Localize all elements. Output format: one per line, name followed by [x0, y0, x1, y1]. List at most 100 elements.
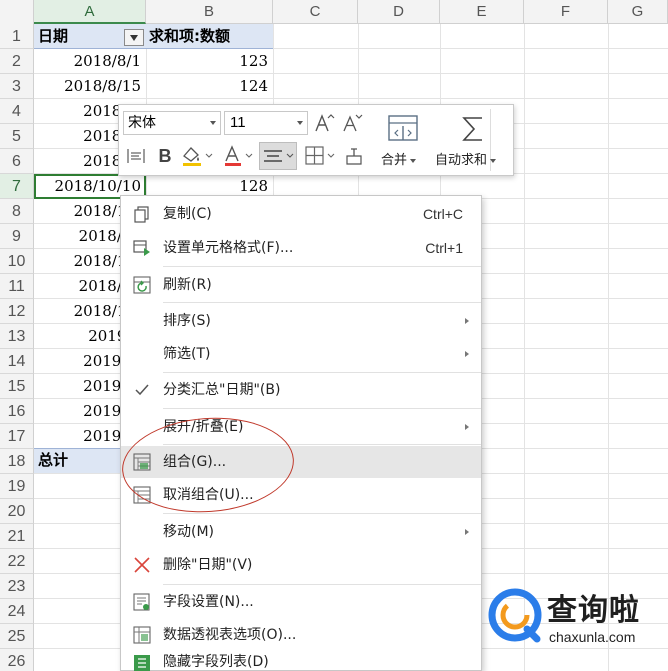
menu-item-label: 设置单元格格式(F)... — [163, 240, 294, 256]
menu-item-label: 删除"日期"(V) — [163, 557, 253, 573]
row-header[interactable]: 3 — [0, 74, 34, 99]
menu-item-field-settings[interactable]: 字段设置(N)... — [121, 586, 481, 618]
menu-item-copy[interactable]: 复制(C) Ctrl+C — [121, 198, 481, 230]
column-header-d[interactable]: D — [358, 0, 440, 24]
chevron-down-icon — [410, 158, 417, 163]
field-list-icon — [134, 655, 150, 671]
wrap-text-button[interactable] — [123, 143, 149, 169]
row-header[interactable]: 8 — [0, 199, 34, 224]
submenu-arrow-icon — [465, 351, 469, 357]
refresh-icon — [133, 276, 151, 294]
date-cell[interactable]: 2018/8/15 — [34, 74, 146, 99]
increase-font-size-button[interactable] — [312, 110, 336, 136]
menu-item-hide-field-list[interactable]: 隐藏字段列表(D) — [121, 652, 481, 671]
value-cell[interactable]: 123 — [146, 49, 273, 74]
decrease-font-icon — [343, 114, 363, 132]
font-size-value: 11 — [230, 114, 246, 131]
borders-button[interactable] — [301, 143, 339, 169]
row-header[interactable]: 11 — [0, 274, 34, 299]
row-header[interactable]: 10 — [0, 249, 34, 274]
column-header-b[interactable]: B — [146, 0, 273, 24]
bold-icon: B — [158, 145, 172, 166]
chevron-down-icon — [490, 158, 497, 163]
row-header[interactable]: 5 — [0, 124, 34, 149]
row-header[interactable]: 2 — [0, 49, 34, 74]
row-header[interactable]: 14 — [0, 349, 34, 374]
menu-item-move[interactable]: 移动(M) — [121, 516, 481, 548]
pivot-header-date[interactable]: 日期 — [38, 24, 128, 49]
row-header[interactable]: 19 — [0, 474, 34, 499]
column-header-c[interactable]: C — [273, 0, 358, 24]
fill-color-icon — [183, 147, 213, 166]
format-painter-button[interactable] — [341, 143, 367, 169]
watermark-brand: 查询啦 — [547, 593, 640, 628]
submenu-arrow-icon — [465, 424, 469, 430]
format-painter-icon — [346, 148, 362, 165]
menu-item-format-cells[interactable]: 设置单元格格式(F)... Ctrl+1 — [121, 232, 481, 264]
row-header[interactable]: 16 — [0, 399, 34, 424]
menu-item-sort[interactable]: 排序(S) — [121, 305, 481, 337]
row-header[interactable]: 6 — [0, 149, 34, 174]
borders-icon — [305, 146, 335, 165]
menu-item-label: 刷新(R) — [163, 277, 212, 293]
menu-item-pivot-options[interactable]: 数据透视表选项(O)... — [121, 619, 481, 651]
font-name-value: 宋体 — [128, 115, 156, 131]
row-header[interactable]: 23 — [0, 574, 34, 599]
chevron-down-icon — [297, 121, 303, 125]
delete-x-icon — [134, 557, 150, 573]
pivot-header-sum[interactable]: 求和项:数额 — [149, 24, 273, 49]
filter-dropdown-button[interactable] — [124, 29, 144, 46]
autosum-label[interactable]: 自动求和 — [435, 149, 497, 168]
row-header[interactable]: 15 — [0, 374, 34, 399]
watermark: 查询啦 chaxunla.com — [487, 585, 662, 655]
row-header[interactable]: 18 — [0, 449, 34, 474]
align-center-button[interactable] — [259, 142, 297, 170]
decrease-font-size-button[interactable] — [340, 110, 364, 136]
row-header[interactable]: 17 — [0, 424, 34, 449]
merge-cells-label[interactable]: 合并 — [381, 149, 417, 168]
row-header[interactable]: 13 — [0, 324, 34, 349]
column-header-e[interactable]: E — [440, 0, 524, 24]
font-name-dropdown[interactable]: 宋体 — [123, 111, 221, 135]
row-header[interactable]: 26 — [0, 649, 34, 671]
menu-item-shortcut: Ctrl+1 — [425, 240, 463, 256]
merge-cells-icon — [388, 115, 418, 141]
fill-color-button[interactable] — [179, 143, 215, 169]
row-header[interactable]: 25 — [0, 624, 34, 649]
row-header[interactable]: 4 — [0, 99, 34, 124]
menu-item-filter[interactable]: 筛选(T) — [121, 338, 481, 370]
menu-item-shortcut: Ctrl+C — [422, 206, 463, 222]
row-header[interactable]: 24 — [0, 599, 34, 624]
row-header[interactable]: 22 — [0, 549, 34, 574]
column-header-g[interactable]: G — [608, 0, 668, 24]
merge-cells-button[interactable] — [383, 109, 423, 149]
row-header[interactable]: 9 — [0, 224, 34, 249]
magnifier-logo-icon — [488, 588, 542, 643]
column-header-f[interactable]: F — [524, 0, 608, 24]
font-color-button[interactable] — [221, 143, 257, 169]
row-header[interactable]: 21 — [0, 524, 34, 549]
font-size-dropdown[interactable]: 11 — [224, 111, 308, 135]
bold-button[interactable]: B — [153, 143, 177, 169]
row-header[interactable]: 7 — [0, 174, 34, 199]
submenu-arrow-icon — [465, 529, 469, 535]
value-cell[interactable]: 124 — [146, 74, 273, 99]
format-cells-icon — [133, 240, 150, 256]
date-cell[interactable]: 2018/8/1 — [34, 49, 146, 74]
menu-item-label: 数据透视表选项(O)... — [163, 627, 297, 643]
wrap-text-icon — [127, 149, 145, 163]
row-header[interactable]: 12 — [0, 299, 34, 324]
menu-item-label: 移动(M) — [163, 524, 215, 540]
autosum-button[interactable] — [453, 109, 493, 149]
menu-item-delete[interactable]: 删除"日期"(V) — [121, 549, 481, 581]
submenu-arrow-icon — [465, 318, 469, 324]
field-settings-icon — [133, 593, 150, 611]
select-all-corner[interactable] — [0, 0, 34, 24]
column-header-row: A B C D E F G — [0, 0, 668, 24]
column-header-a[interactable]: A — [34, 0, 146, 24]
sigma-icon — [462, 117, 482, 141]
menu-item-refresh[interactable]: 刷新(R) — [121, 269, 481, 301]
row-header[interactable]: 20 — [0, 499, 34, 524]
menu-item-subtotal[interactable]: 分类汇总"日期"(B) — [121, 374, 481, 406]
row-header[interactable]: 1 — [0, 24, 34, 49]
